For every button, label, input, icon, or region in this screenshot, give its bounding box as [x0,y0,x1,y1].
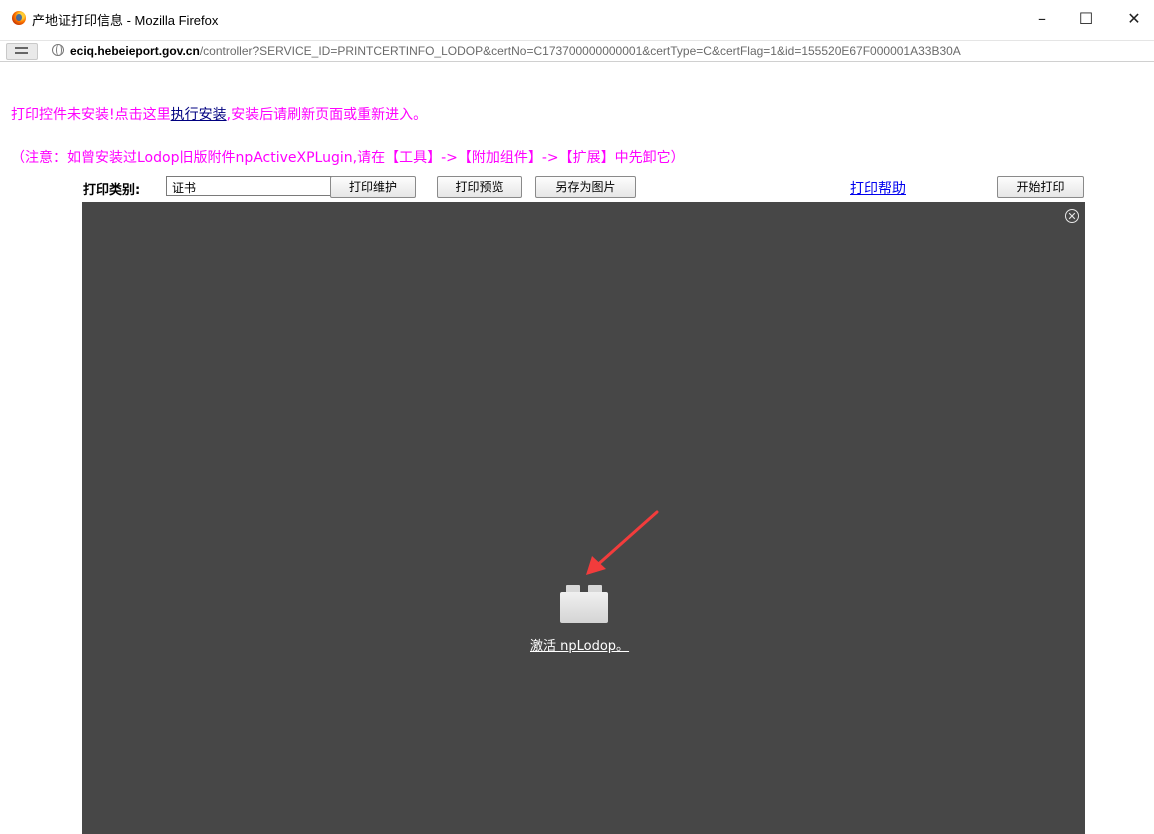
install-notice: 打印控件未安装!点击这里执行安装,安装后请刷新页面或重新进入。 [11,104,427,124]
plugin-brick-icon[interactable] [560,585,608,623]
activate-plugin-link[interactable]: 激活 npLodop。 [530,635,629,654]
url-path: /controller?SERVICE_ID=PRINTCERTINFO_LOD… [199,44,961,58]
print-type-value: 证书 [172,181,197,195]
close-window-button[interactable]: ✕ [1114,4,1154,34]
globe-icon [52,44,64,56]
start-print-button[interactable]: 开始打印 [997,176,1084,198]
print-preview-button[interactable]: 打印预览 [437,176,522,198]
uninstall-note: （注意：如曾安装过Lodop旧版附件npActiveXPLugin,请在【工具】… [11,150,685,166]
firefox-icon [12,11,26,25]
close-circle-icon[interactable]: ✕ [1065,209,1079,223]
maximize-button[interactable]: ☐ [1066,4,1106,34]
address-bar[interactable]: eciq.hebeieport.gov.cn/controller?SERVIC… [0,40,1154,62]
save-as-image-button[interactable]: 另存为图片 [535,176,636,198]
window-title: 产地证打印信息 - Mozilla Firefox [32,13,219,28]
url-text[interactable]: eciq.hebeieport.gov.cn/controller?SERVIC… [70,44,961,58]
plugin-placeholder[interactable]: ✕ 激活 npLodop。 [82,202,1085,834]
url-domain: eciq.hebeieport.gov.cn [70,44,200,58]
page-info-icon[interactable] [6,43,38,60]
minimize-button[interactable]: – [1022,4,1062,34]
install-notice-text: 打印控件未安装!点击这里 [11,107,171,123]
print-type-label: 打印类别: [83,183,141,198]
print-maintenance-button[interactable]: 打印维护 [330,176,416,198]
print-toolbar: 打印类别: 证书 ﹀ 打印维护 打印预览 另存为图片 打印帮助 开始打印 [80,174,1086,200]
print-help-link[interactable]: 打印帮助 [850,178,906,198]
window-titlebar: 产地证打印信息 - Mozilla Firefox – ☐ ✕ [0,0,1154,40]
annotation-arrow-icon [586,510,659,575]
install-link[interactable]: 执行安装 [171,107,227,123]
install-notice-tail: ,安装后请刷新页面或重新进入。 [226,107,428,123]
